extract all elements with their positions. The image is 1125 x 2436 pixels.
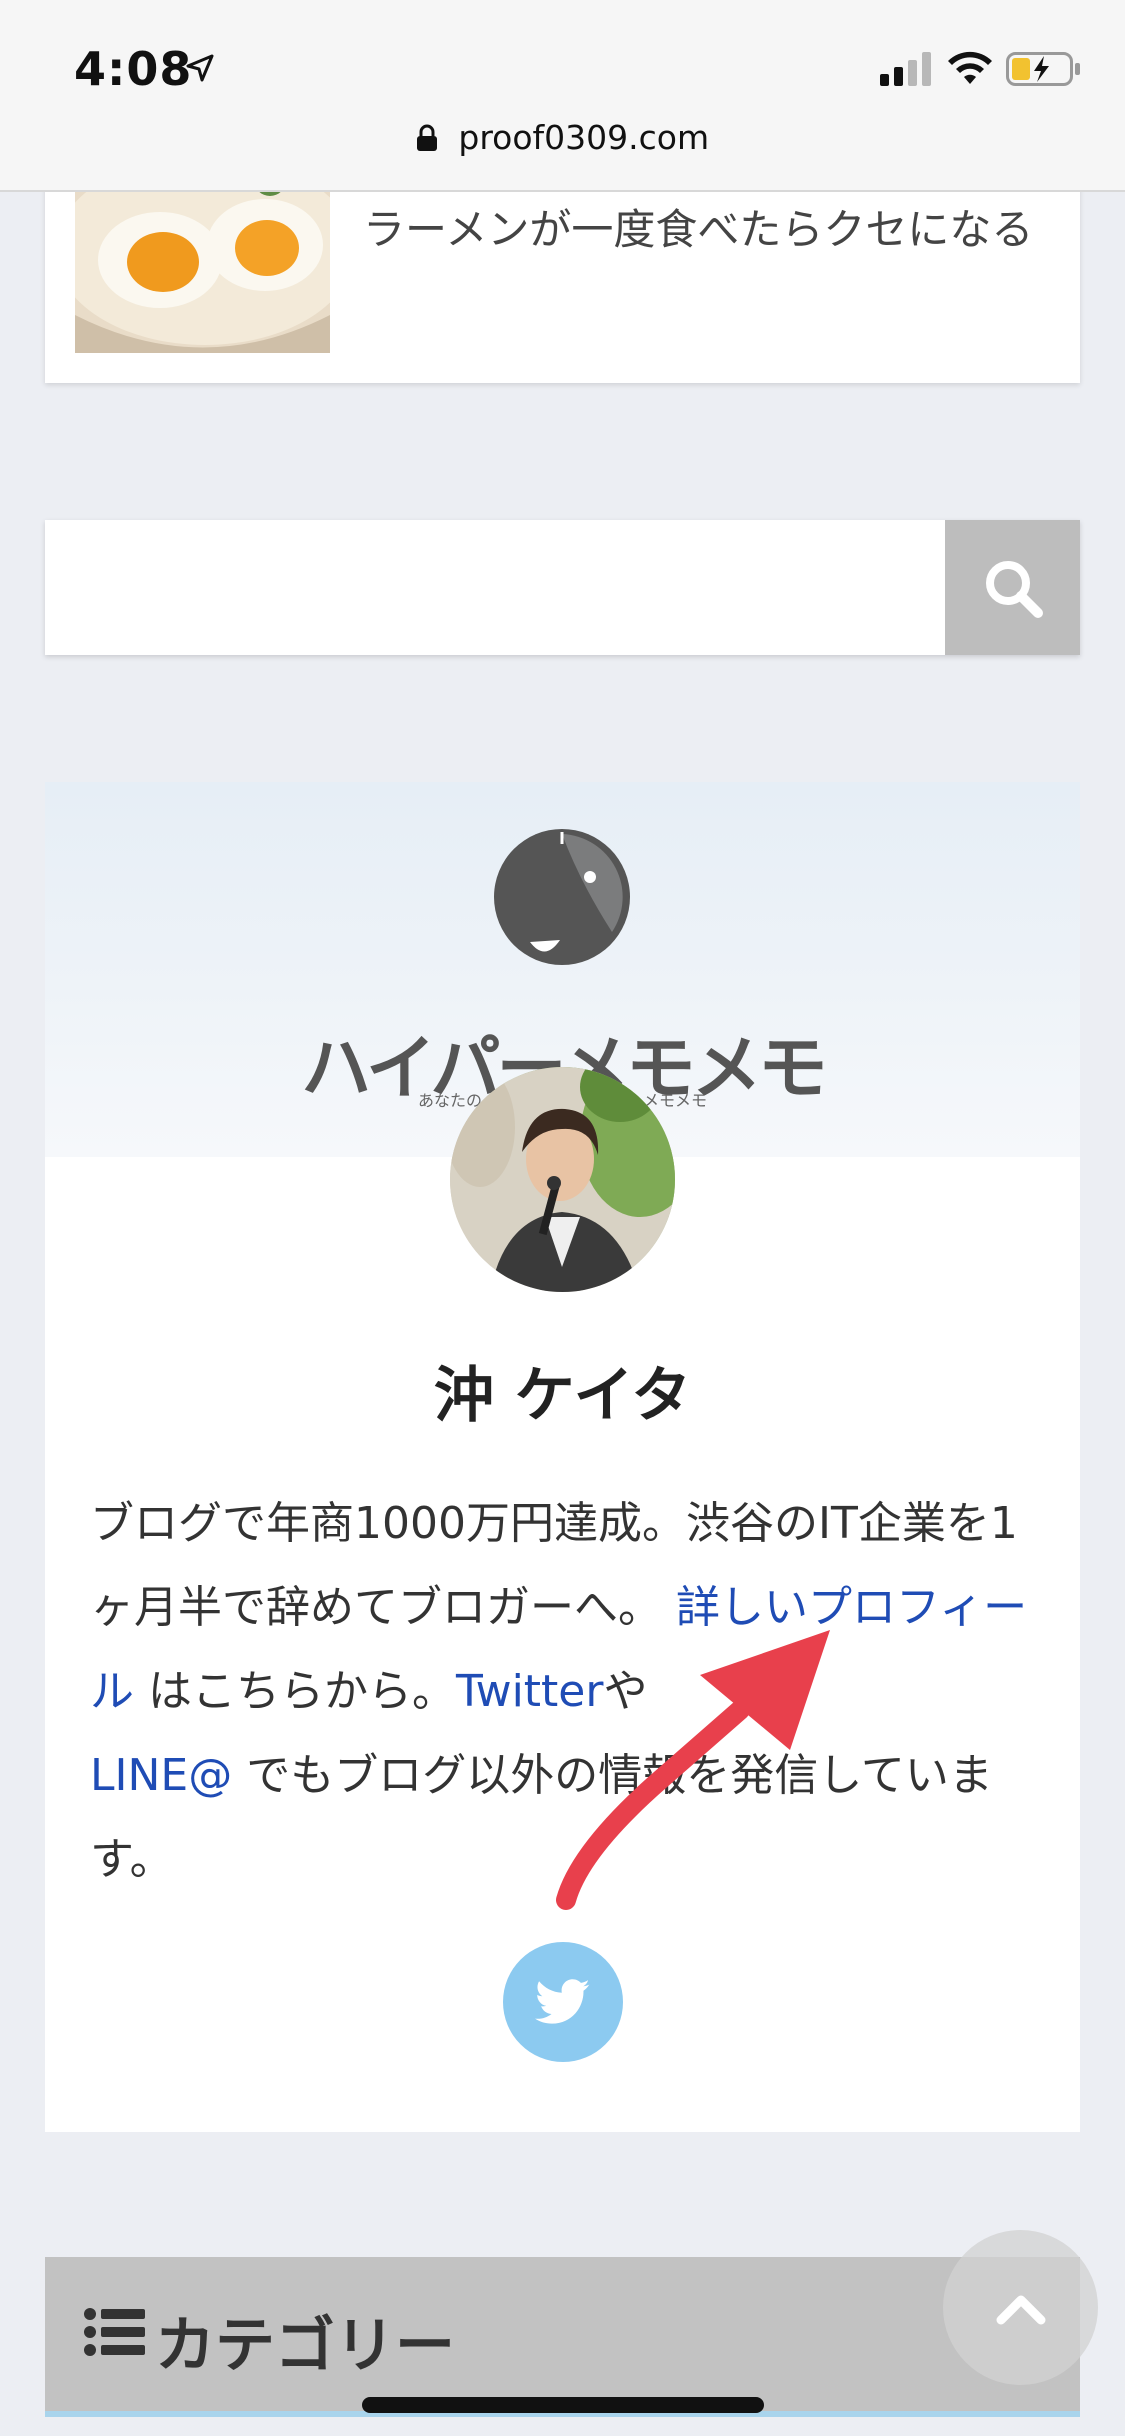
status-time: 4:08 xyxy=(74,42,193,96)
profile-widget: ハイパーメモメモ あなたの メモメモ 沖 ケイタ ブログで年商1000万円達成。… xyxy=(45,782,1080,2132)
home-indicator xyxy=(362,2397,764,2413)
back-to-top-button[interactable] xyxy=(943,2230,1098,2385)
site-tagline: メモメモ xyxy=(643,1091,708,1110)
wifi-icon xyxy=(948,51,992,84)
lock-icon xyxy=(416,124,437,151)
signal-icon xyxy=(880,52,931,86)
site-tagline: あなたの xyxy=(418,1091,483,1110)
chevron-up-icon xyxy=(996,2295,1045,2324)
profile-name: 沖 ケイタ xyxy=(433,1361,692,1431)
twitter-follow-button[interactable] xyxy=(503,1942,623,2062)
search-form xyxy=(45,520,1080,655)
annotation-arrow-icon xyxy=(556,1630,830,1910)
category-widget-header: カテゴリー xyxy=(45,2257,1080,2417)
article-title[interactable]: ラーメンが一度食べたらクセになる xyxy=(363,198,1063,262)
avatar xyxy=(450,1067,675,1292)
page: 4:08 proof0309.com ラーメンが一度食べたらクセになる あなたの… xyxy=(0,0,1125,2436)
bio-text: はこちらから。 xyxy=(148,1666,456,1717)
url-text: proof0309.com xyxy=(458,118,710,157)
search-input[interactable] xyxy=(45,520,945,655)
category-title: カテゴリー xyxy=(155,2311,455,2381)
search-button[interactable] xyxy=(945,520,1080,655)
address-bar[interactable]: proof0309.com xyxy=(0,116,1125,168)
search-icon xyxy=(985,560,1043,618)
list-icon xyxy=(84,2308,145,2356)
site-logo-icon xyxy=(494,829,630,965)
profile-photo xyxy=(450,1067,675,1292)
location-arrow-icon xyxy=(186,54,214,82)
battery-charging-icon xyxy=(1006,52,1080,86)
twitter-icon xyxy=(535,1979,590,2024)
top-bar: 4:08 proof0309.com xyxy=(0,0,1125,192)
line-link[interactable]: LINE@ xyxy=(90,1750,232,1801)
